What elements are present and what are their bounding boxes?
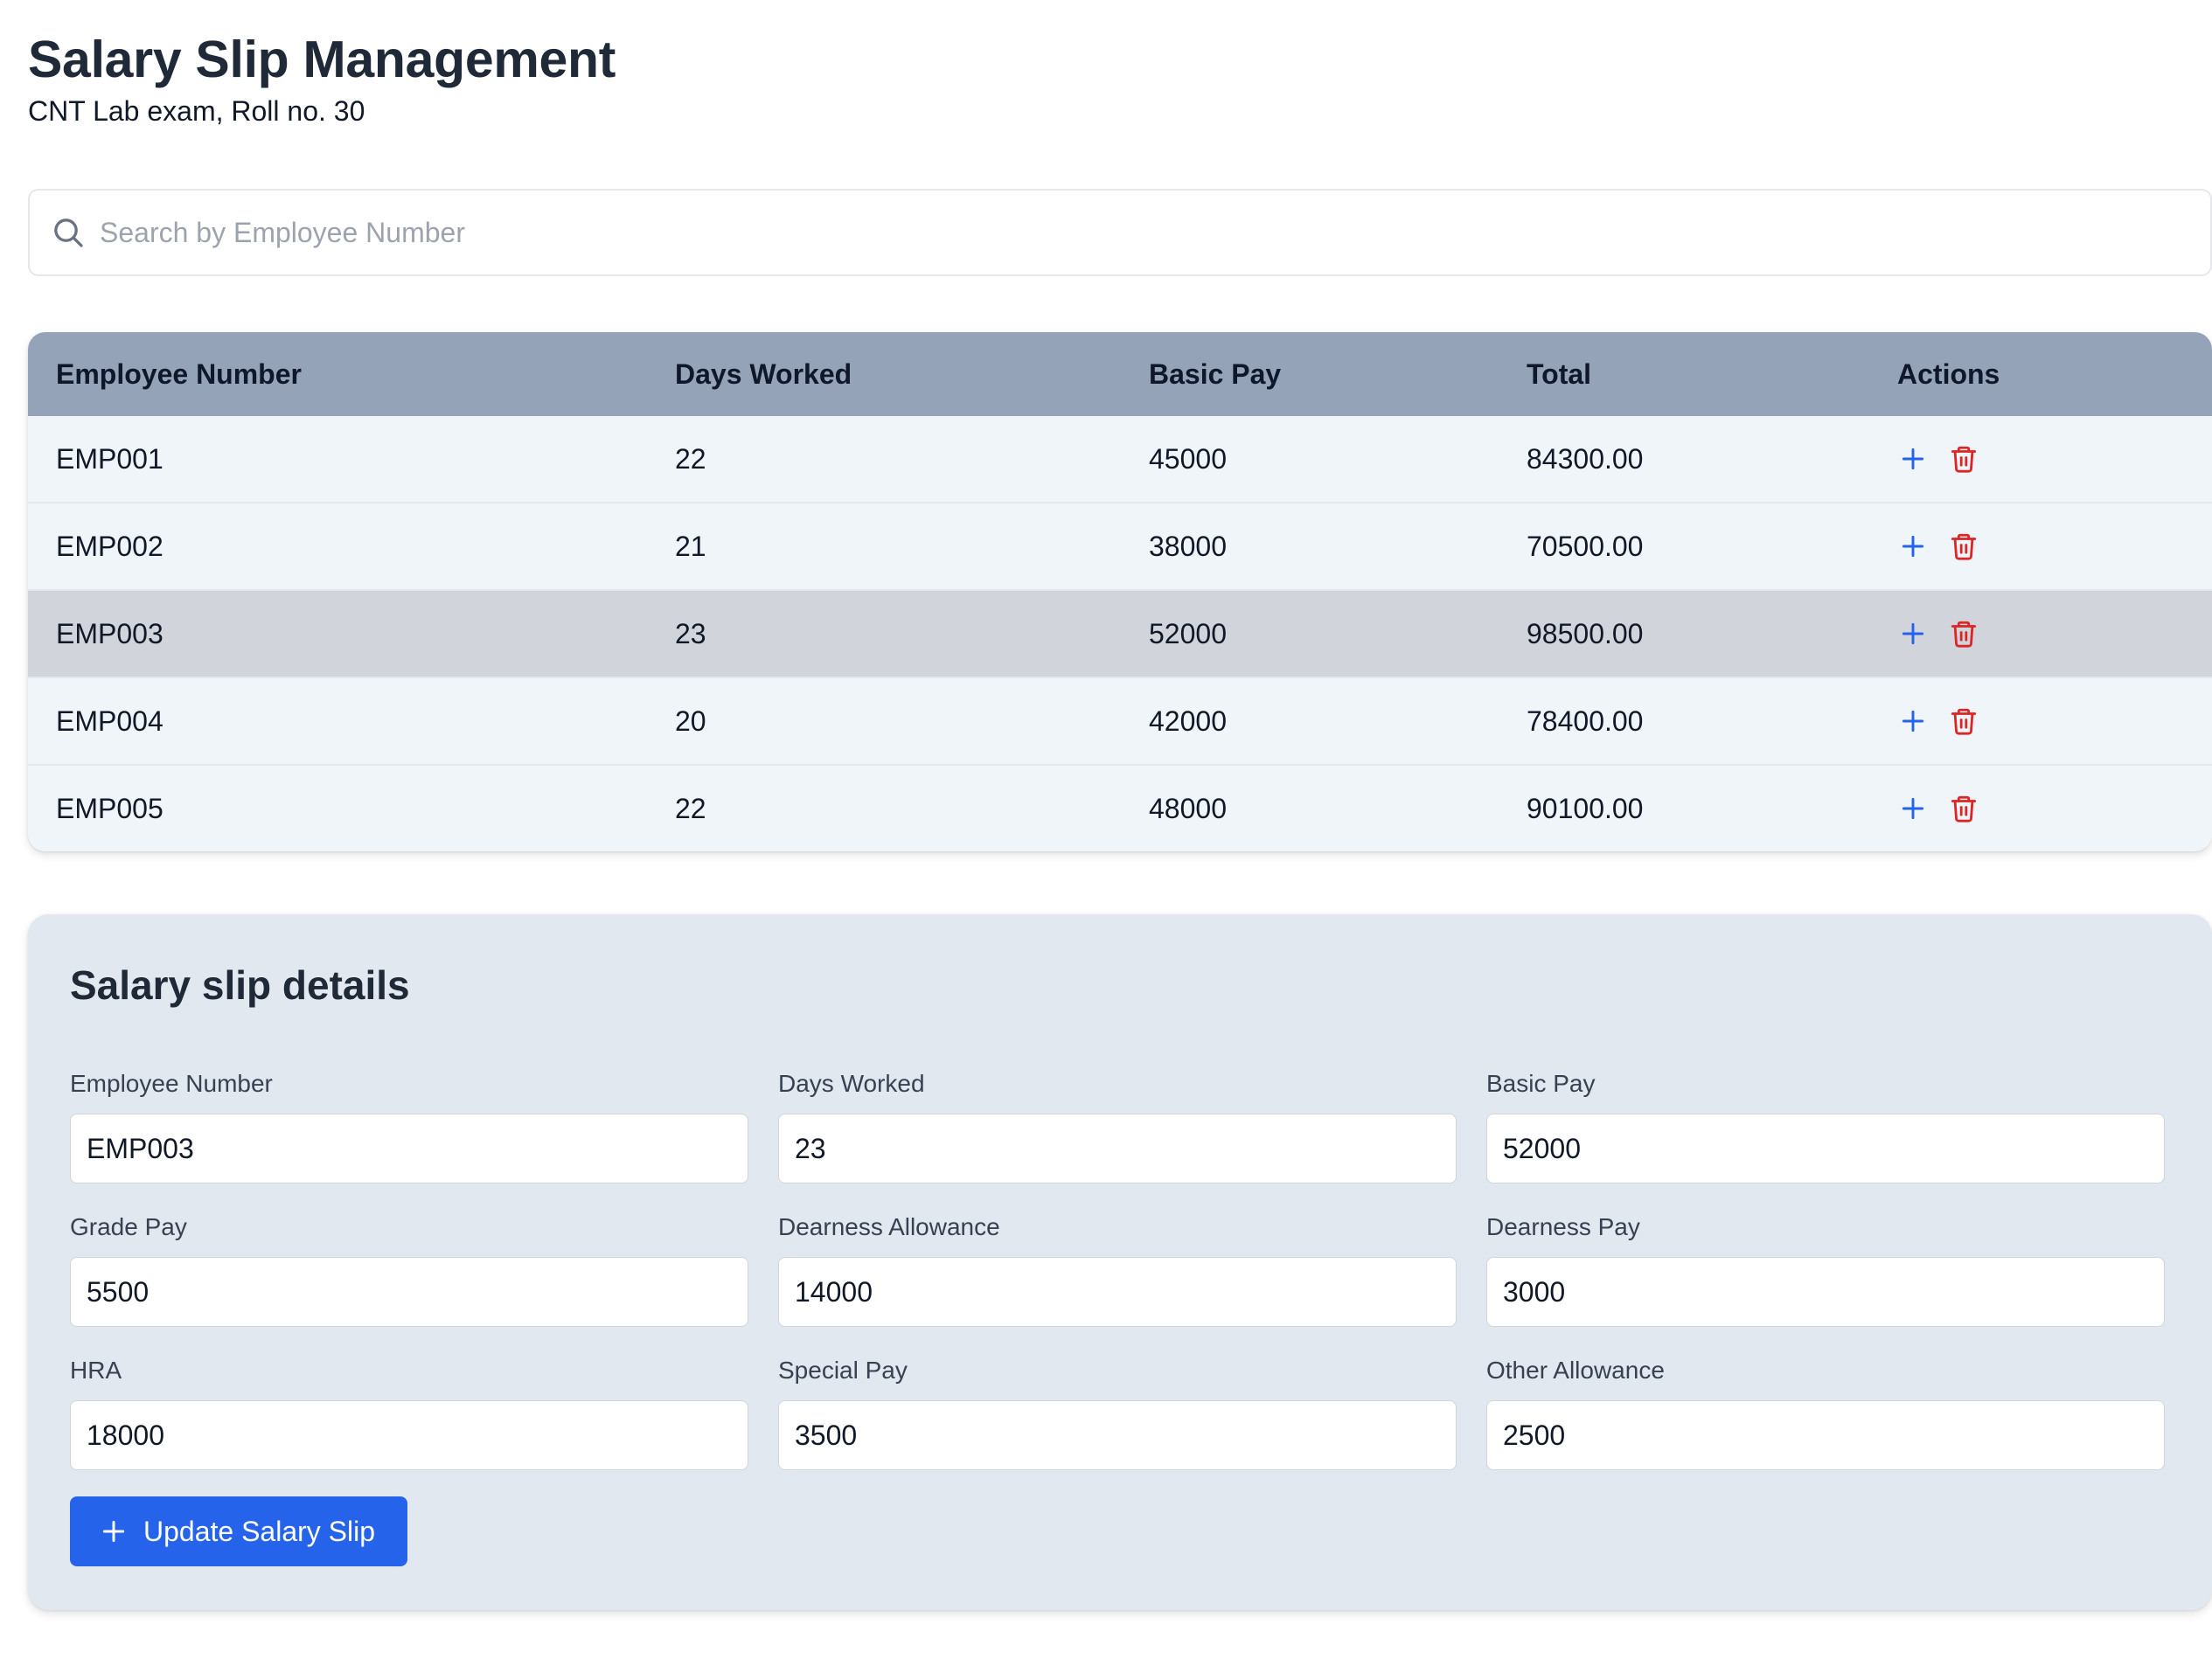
plus-icon <box>1902 448 1924 470</box>
page: Salary Slip Management CNT Lab exam, Rol… <box>28 28 2212 1610</box>
cell-total: 70500.00 <box>1527 530 1644 562</box>
field-label: Grade Pay <box>70 1213 187 1240</box>
cell-total: 78400.00 <box>1527 705 1644 737</box>
plus-icon <box>102 1520 125 1543</box>
cell-employee-number: EMP001 <box>56 442 163 475</box>
hra-input[interactable] <box>70 1400 748 1470</box>
search-box[interactable] <box>28 189 2212 276</box>
delete-button[interactable] <box>1948 618 1979 649</box>
plus-icon <box>1902 710 1924 732</box>
cell-total: 98500.00 <box>1527 617 1644 649</box>
employee-table: Employee Number Days Worked Basic Pay To… <box>28 332 2212 851</box>
field-basic-pay: Basic Pay <box>1486 1068 2165 1184</box>
trash-icon <box>1951 621 1977 648</box>
plus-icon <box>1902 535 1924 558</box>
column-header-employee-number: Employee Number <box>56 357 302 390</box>
add-button[interactable] <box>1897 618 1929 649</box>
employee-number-input[interactable] <box>70 1114 748 1184</box>
table-row-selected[interactable]: EMP003 23 52000 98500.00 <box>28 590 2212 677</box>
trash-icon <box>1951 533 1977 560</box>
add-button[interactable] <box>1897 793 1929 824</box>
salary-slip-details-form: Salary slip details Employee Number Days… <box>28 914 2212 1610</box>
other-allowance-input[interactable] <box>1486 1400 2165 1470</box>
add-button[interactable] <box>1897 443 1929 475</box>
field-other-allowance: Other Allowance <box>1486 1355 2165 1470</box>
plus-icon <box>1902 622 1924 645</box>
cell-total: 90100.00 <box>1527 792 1644 824</box>
page-subtitle: CNT Lab exam, Roll no. 30 <box>28 95 365 127</box>
special-pay-input[interactable] <box>778 1400 1457 1470</box>
cell-employee-number: EMP004 <box>56 705 163 737</box>
field-label: Days Worked <box>778 1070 925 1097</box>
column-header-days-worked: Days Worked <box>675 357 852 390</box>
update-salary-slip-button[interactable]: Update Salary Slip <box>70 1496 407 1566</box>
field-employee-number: Employee Number <box>70 1068 748 1184</box>
plus-icon <box>1902 797 1924 820</box>
cell-basic-pay: 52000 <box>1149 617 1227 649</box>
trash-icon <box>1951 446 1977 473</box>
table-header-row: Employee Number Days Worked Basic Pay To… <box>28 332 2212 416</box>
cell-actions <box>1869 677 2212 765</box>
search-input[interactable] <box>100 191 2181 274</box>
field-dearness-pay: Dearness Pay <box>1486 1211 2165 1327</box>
add-button[interactable] <box>1897 705 1929 737</box>
field-label: Dearness Allowance <box>778 1213 1000 1240</box>
field-label: Basic Pay <box>1486 1070 1596 1097</box>
table-row[interactable]: EMP002 21 38000 70500.00 <box>28 503 2212 590</box>
cell-actions <box>1869 416 2212 503</box>
table-row[interactable]: EMP001 22 45000 84300.00 <box>28 416 2212 503</box>
cell-actions <box>1869 765 2212 851</box>
cell-days-worked: 21 <box>675 530 706 562</box>
search-icon <box>54 219 83 247</box>
field-days-worked: Days Worked <box>778 1068 1457 1184</box>
cell-days-worked: 20 <box>675 705 706 737</box>
field-label: Employee Number <box>70 1070 273 1097</box>
details-title: Salary slip details <box>70 962 410 1008</box>
cell-employee-number: EMP005 <box>56 792 163 824</box>
cell-basic-pay: 38000 <box>1149 530 1227 562</box>
trash-icon <box>1951 708 1977 735</box>
delete-button[interactable] <box>1948 531 1979 562</box>
cell-days-worked: 22 <box>675 792 706 824</box>
column-header-total: Total <box>1527 357 1592 390</box>
cell-total: 84300.00 <box>1527 442 1644 475</box>
dearness-pay-input[interactable] <box>1486 1257 2165 1327</box>
page-title: Salary Slip Management <box>28 31 616 88</box>
update-button-label: Update Salary Slip <box>143 1515 376 1547</box>
field-label: Special Pay <box>778 1357 908 1384</box>
grade-pay-input[interactable] <box>70 1257 748 1327</box>
cell-basic-pay: 48000 <box>1149 792 1227 824</box>
field-label: Other Allowance <box>1486 1357 1665 1384</box>
cell-basic-pay: 42000 <box>1149 705 1227 737</box>
add-button[interactable] <box>1897 531 1929 562</box>
days-worked-input[interactable] <box>778 1114 1457 1184</box>
delete-button[interactable] <box>1948 793 1979 824</box>
field-label: Dearness Pay <box>1486 1213 1640 1240</box>
cell-actions <box>1869 503 2212 590</box>
column-header-actions: Actions <box>1897 357 2000 390</box>
trash-icon <box>1951 795 1977 823</box>
field-hra: HRA <box>70 1355 748 1470</box>
cell-days-worked: 23 <box>675 617 706 649</box>
field-label: HRA <box>70 1357 122 1384</box>
field-grade-pay: Grade Pay <box>70 1211 748 1327</box>
employee-table-card: Employee Number Days Worked Basic Pay To… <box>28 332 2212 851</box>
table-row[interactable]: EMP005 22 48000 90100.00 <box>28 765 2212 851</box>
dearness-allowance-input[interactable] <box>778 1257 1457 1327</box>
cell-employee-number: EMP003 <box>56 617 163 649</box>
column-header-basic-pay: Basic Pay <box>1149 357 1282 390</box>
field-dearness-allowance: Dearness Allowance <box>778 1211 1457 1327</box>
delete-button[interactable] <box>1948 705 1979 737</box>
cell-days-worked: 22 <box>675 442 706 475</box>
delete-button[interactable] <box>1948 443 1979 475</box>
cell-actions <box>1869 590 2212 677</box>
table-row[interactable]: EMP004 20 42000 78400.00 <box>28 677 2212 765</box>
basic-pay-input[interactable] <box>1486 1114 2165 1184</box>
cell-employee-number: EMP002 <box>56 530 163 562</box>
field-special-pay: Special Pay <box>778 1355 1457 1470</box>
cell-basic-pay: 45000 <box>1149 442 1227 475</box>
